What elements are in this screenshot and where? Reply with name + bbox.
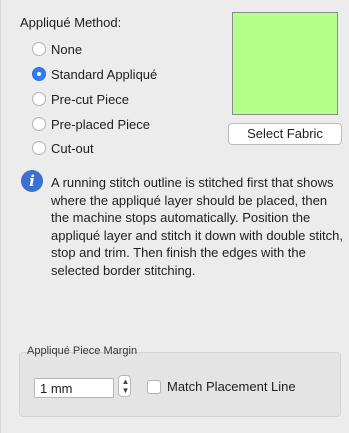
margin-stepper[interactable]: ▲▼ [118, 375, 131, 397]
info-icon: i [21, 170, 43, 192]
radio-label-cut-out: Cut-out [51, 140, 94, 156]
radio-cut-out[interactable]: Cut-out [32, 139, 94, 157]
radio-button[interactable] [32, 42, 46, 56]
margin-input[interactable] [34, 378, 114, 398]
radio-button[interactable] [32, 92, 46, 106]
radio-label-pre-cut-piece: Pre-cut Piece [51, 91, 130, 107]
radio-label-none: None [51, 41, 83, 57]
radio-button[interactable] [32, 117, 46, 131]
piece-margin-title: Appliqué Piece Margin [27, 345, 138, 357]
fabric-swatch [232, 12, 338, 115]
match-placement-checkbox[interactable] [147, 380, 161, 394]
applique-method-title: Appliqué Method: [20, 15, 122, 30]
radio-standard-applique[interactable]: Standard Appliqué [32, 65, 157, 83]
radio-label-standard-applique: Standard Appliqué [51, 66, 158, 82]
info-description: A running stitch outline is stitched fir… [51, 175, 343, 278]
applique-panel: Appliqué Method: None Standard Appliqué … [0, 0, 349, 433]
radio-none[interactable]: None [32, 40, 82, 58]
select-fabric-button[interactable]: Select Fabric [228, 123, 342, 145]
radio-pre-cut-piece[interactable]: Pre-cut Piece [32, 90, 129, 108]
stepper-arrows-icon[interactable]: ▲▼ [122, 377, 130, 395]
radio-label-pre-placed-piece: Pre-placed Piece [51, 116, 150, 132]
radio-button[interactable] [32, 141, 46, 155]
radio-pre-placed-piece[interactable]: Pre-placed Piece [32, 115, 150, 133]
radio-button-selected[interactable] [32, 67, 46, 81]
match-placement-label: Match Placement Line [167, 379, 296, 394]
